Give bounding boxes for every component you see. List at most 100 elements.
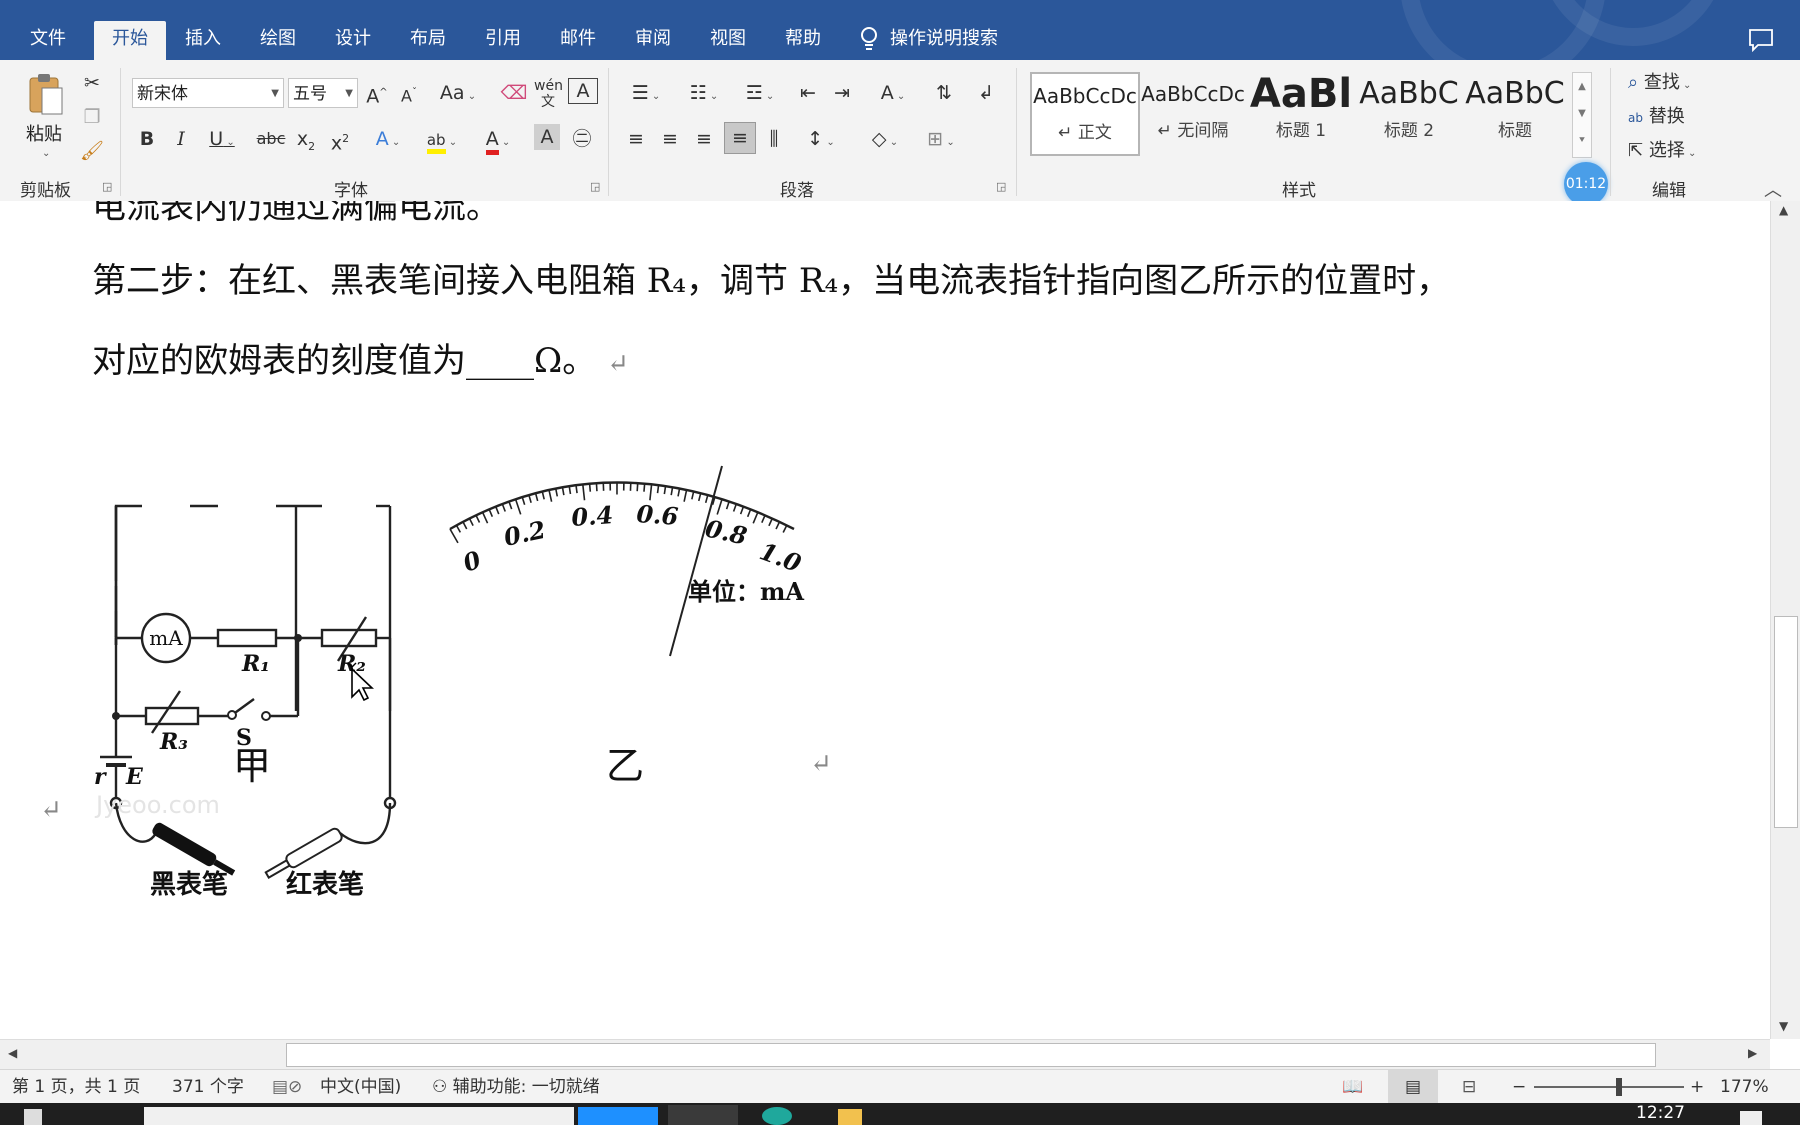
tab-file[interactable]: 文件	[20, 21, 76, 60]
text-effects-icon[interactable]: A ⌄	[366, 124, 410, 154]
chinese-layout-icon[interactable]: A ⌄	[870, 78, 916, 108]
tab-insert[interactable]: 插入	[175, 21, 231, 60]
char-border-icon[interactable]: A	[568, 78, 598, 104]
strikethrough-icon[interactable]: abc	[256, 124, 286, 154]
scroll-left-icon[interactable]: ◀	[8, 1046, 17, 1060]
superscript-icon[interactable]: x2	[326, 124, 354, 154]
format-painter-icon[interactable]: 🖌	[78, 136, 106, 166]
read-mode-icon[interactable]: 📖	[1342, 1070, 1363, 1104]
tab-home[interactable]: 开始	[94, 21, 166, 60]
italic-icon[interactable]: I	[168, 124, 194, 154]
tab-references[interactable]: 引用	[475, 21, 531, 60]
font-launcher-icon[interactable]: ◲	[590, 180, 600, 193]
taskbar-word-app[interactable]	[668, 1105, 738, 1125]
tab-draw[interactable]: 绘图	[250, 21, 306, 60]
find-button[interactable]: ⌕ 查找 ⌄	[1628, 68, 1714, 98]
style-no-spacing[interactable]: AaBbCcDc ↵ 无间隔	[1140, 72, 1246, 152]
bold-icon[interactable]: B	[134, 124, 160, 154]
font-color-icon[interactable]: A ⌄	[476, 124, 520, 155]
multilevel-list-icon[interactable]: ☲ ⌄	[736, 78, 784, 108]
scroll-right-icon[interactable]: ▶	[1748, 1046, 1757, 1060]
scroll-down-icon[interactable]: ▼	[1779, 1019, 1788, 1033]
taskbar: 12:27	[0, 1103, 1800, 1125]
clear-format-icon[interactable]: ⌫	[500, 78, 528, 108]
replace-button[interactable]: ab 替换	[1628, 102, 1714, 132]
numbering-icon[interactable]: ☷ ⌄	[680, 78, 728, 108]
cut-icon[interactable]: ✂	[78, 68, 106, 98]
bullets-icon[interactable]: ☰ ⌄	[622, 78, 670, 108]
comments-icon[interactable]	[1748, 28, 1774, 52]
tab-design[interactable]: 设计	[325, 21, 381, 60]
phonetic-guide-icon[interactable]: wén 文	[534, 78, 563, 110]
font-name-combo[interactable]: 新宋体 ▼	[132, 78, 284, 108]
scale-tick	[746, 509, 752, 518]
style-heading-2[interactable]: AaBbC 标题 2	[1356, 72, 1462, 152]
show-marks-icon[interactable]: ↲	[972, 78, 1000, 108]
shading-icon[interactable]: ◇ ⌄	[862, 124, 908, 154]
zoom-level[interactable]: 177%	[1720, 1070, 1769, 1104]
tab-view[interactable]: 视图	[700, 21, 756, 60]
tick-label-4: 0.8	[703, 514, 750, 551]
vertical-scrollbar[interactable]: ▲ ▼	[1770, 201, 1800, 1039]
tab-mailings[interactable]: 邮件	[550, 21, 606, 60]
style-normal[interactable]: AaBbCcDc ↵ 正文	[1030, 72, 1140, 156]
font-size-combo[interactable]: 五号 ▼	[288, 78, 358, 108]
copy-icon[interactable]: ❐	[78, 102, 106, 132]
horizontal-scrollbar[interactable]: ◀ ▶	[0, 1039, 1770, 1070]
tab-help[interactable]: 帮助	[775, 21, 831, 60]
tab-layout[interactable]: 布局	[400, 21, 456, 60]
scroll-up-icon[interactable]: ▲	[1779, 203, 1788, 217]
justify-icon[interactable]: ≡	[724, 122, 756, 154]
decrease-indent-icon[interactable]: ⇤	[794, 78, 822, 108]
accessibility-status[interactable]: ⚇ 辅助功能: 一切就绪	[432, 1070, 600, 1104]
underline-icon[interactable]: U ⌄	[202, 124, 242, 154]
enclose-char-icon[interactable]: ㊁	[568, 124, 596, 154]
horizontal-scroll-thumb[interactable]	[286, 1043, 1656, 1067]
language-status[interactable]: 中文(中国)	[320, 1070, 401, 1104]
style-title[interactable]: AaBbC 标题	[1462, 72, 1568, 152]
style-heading-1[interactable]: AaBl 标题 1	[1248, 72, 1354, 152]
more-styles-icon[interactable]: ⯆	[1573, 127, 1591, 154]
taskbar-folder-icon[interactable]	[838, 1109, 862, 1125]
chevron-down-icon[interactable]: ▼	[1573, 100, 1591, 127]
char-shading-icon[interactable]: A	[534, 124, 560, 150]
print-layout-icon[interactable]: ▤	[1388, 1070, 1438, 1104]
align-center-icon[interactable]: ≡	[656, 124, 684, 154]
borders-icon[interactable]: ⊞ ⌄	[918, 124, 964, 154]
increase-indent-icon[interactable]: ⇥	[828, 78, 856, 108]
proofing-icon[interactable]: ▤⊘	[272, 1070, 302, 1104]
change-case-icon[interactable]: Aa ⌄	[436, 78, 480, 108]
taskbar-search-box[interactable]	[144, 1107, 574, 1125]
word-count[interactable]: 371 个字	[172, 1070, 244, 1104]
notification-icon[interactable]	[1740, 1111, 1762, 1125]
align-right-icon[interactable]: ≡	[690, 124, 718, 154]
select-button[interactable]: ⇱ 选择 ⌄	[1628, 136, 1714, 166]
clipboard-launcher-icon[interactable]: ◲	[102, 180, 112, 193]
windows-start-icon[interactable]	[24, 1109, 42, 1125]
highlight-icon[interactable]: ab ⌄	[420, 124, 464, 154]
line-spacing-icon[interactable]: ↕ ⌄	[798, 124, 844, 154]
subscript-icon[interactable]: x2	[292, 124, 320, 154]
tab-review[interactable]: 审阅	[625, 21, 681, 60]
distributed-icon[interactable]: ⫼	[760, 124, 788, 154]
document-area[interactable]: 电流表内仍通过满偏电流。 第二步：在红、黑表笔间接入电阻箱 R₄，调节 R₄，当…	[0, 201, 1770, 1039]
taskbar-edge-icon[interactable]	[762, 1107, 792, 1125]
tell-me-search[interactable]: 操作说明搜索	[858, 21, 1058, 60]
zoom-slider-thumb[interactable]	[1616, 1078, 1622, 1096]
paste-dropdown-icon[interactable]: ⌄	[42, 148, 50, 159]
sort-icon[interactable]: ⇅	[930, 78, 958, 108]
zoom-in-icon[interactable]: +	[1690, 1070, 1704, 1104]
web-layout-icon[interactable]: ⊟	[1462, 1070, 1476, 1104]
grow-font-icon[interactable]: A^	[364, 78, 390, 108]
styles-scroll[interactable]: ▲ ▼ ⯆	[1572, 72, 1592, 158]
collapse-ribbon-icon[interactable]: ︿	[1764, 176, 1782, 202]
vertical-scroll-thumb[interactable]	[1774, 616, 1798, 828]
align-left-icon[interactable]: ≡	[622, 124, 650, 154]
shrink-font-icon[interactable]: Aˇ	[396, 78, 422, 108]
paragraph-launcher-icon[interactable]: ◲	[996, 180, 1006, 193]
chevron-up-icon[interactable]: ▲	[1573, 73, 1591, 100]
page-count[interactable]: 第 1 页，共 1 页	[12, 1070, 140, 1104]
zoom-slider[interactable]	[1534, 1086, 1684, 1088]
taskbar-search-button[interactable]	[578, 1107, 658, 1125]
zoom-out-icon[interactable]: −	[1512, 1070, 1526, 1104]
